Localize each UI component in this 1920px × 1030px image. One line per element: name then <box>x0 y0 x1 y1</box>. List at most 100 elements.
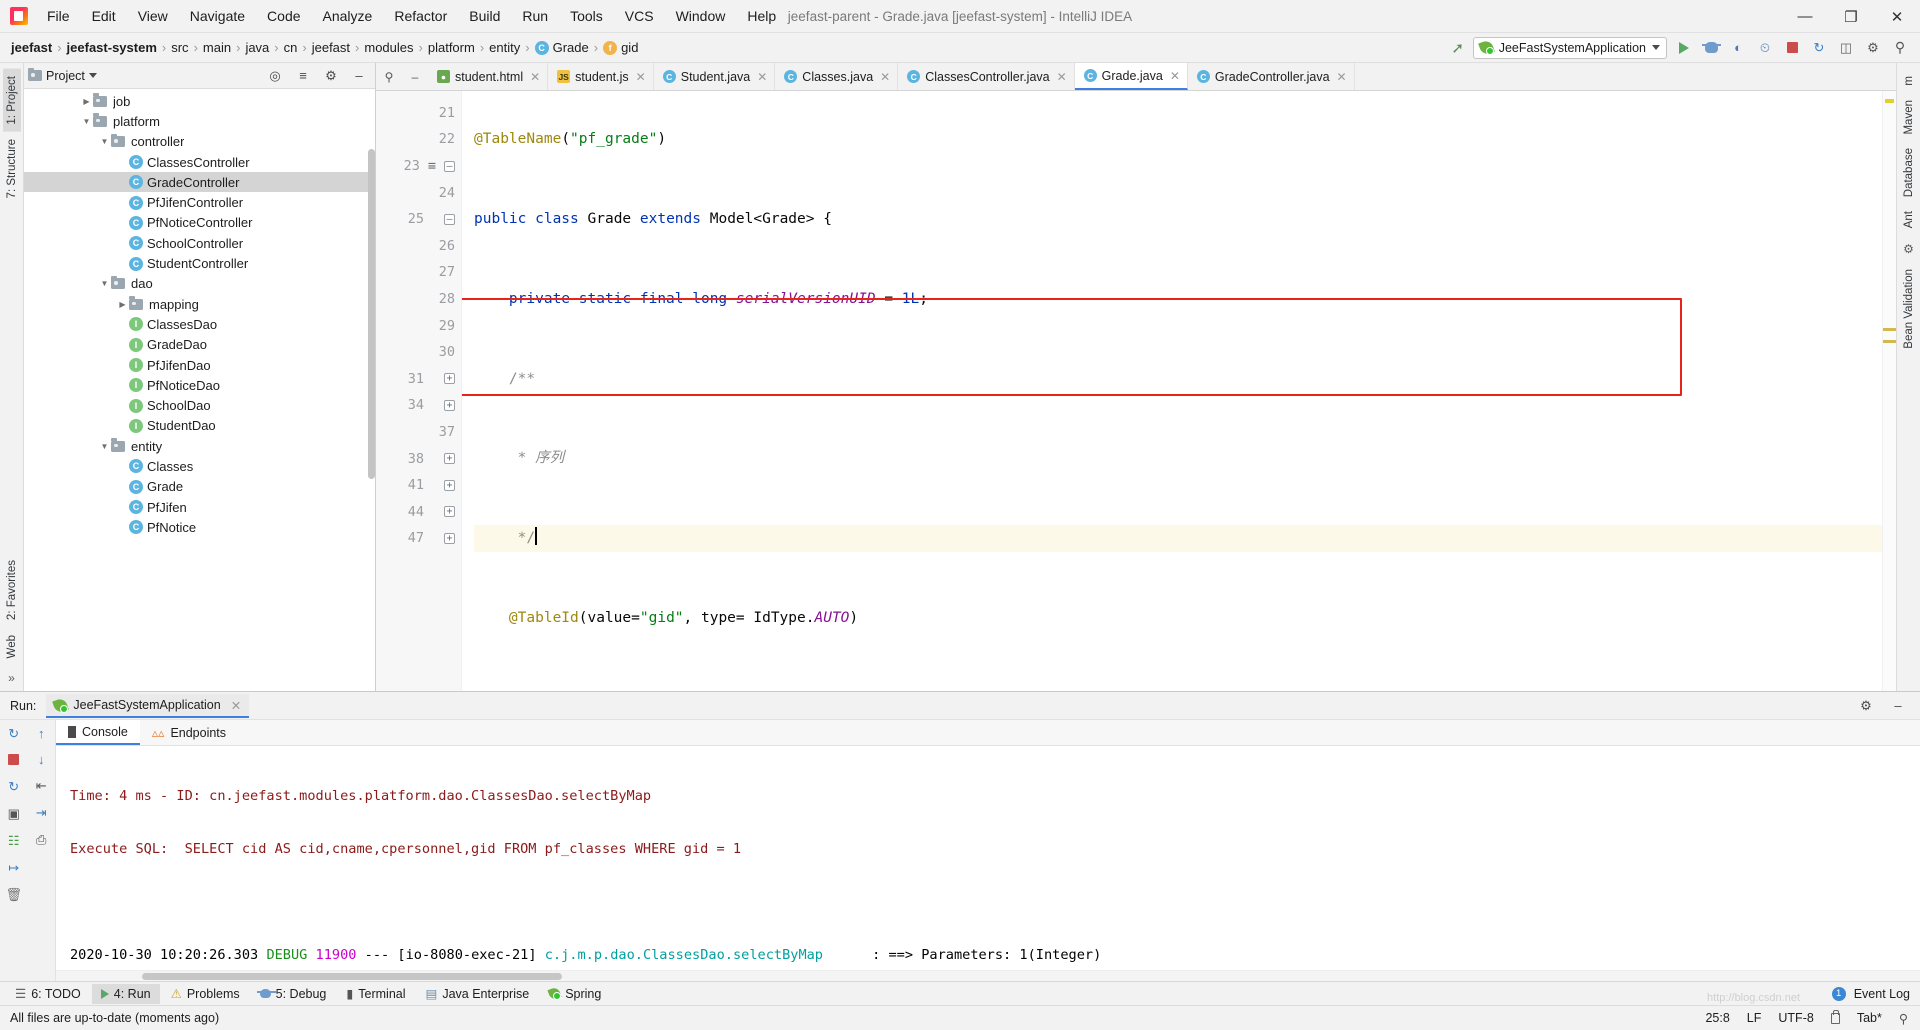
code-editor[interactable]: 20 21 22 23 ≡ – 24 25 – 26 27 28 <box>376 91 1896 691</box>
sidebar-item-m[interactable]: m <box>1900 69 1918 93</box>
collapse-all-icon[interactable]: ≡ <box>291 65 315 87</box>
minimize-button[interactable]: — <box>1782 0 1828 33</box>
menu-vcs[interactable]: VCS <box>614 4 665 28</box>
expand-strip-icon[interactable]: » <box>8 671 15 685</box>
tree-row[interactable]: C PfJifen <box>24 497 375 517</box>
camera-icon[interactable]: ▣ <box>8 806 20 822</box>
breadcrumb-item-src[interactable]: src <box>168 38 191 57</box>
tree-row[interactable]: I ClassesDao <box>24 314 375 334</box>
export-icon[interactable]: ↦ <box>8 860 19 876</box>
fold-icon[interactable]: – <box>444 160 455 172</box>
fold-icon[interactable]: + <box>444 479 455 491</box>
tree-row[interactable]: I PfNoticeDao <box>24 375 375 395</box>
vcs-branch-icon[interactable]: ⚲ <box>1899 1011 1908 1026</box>
tree-row[interactable]: ▼ platform <box>24 111 375 131</box>
layout-icon[interactable]: ◫ <box>1834 37 1858 59</box>
sidebar-item-database[interactable]: Database <box>1900 141 1918 204</box>
run-with-coverage-button[interactable]: ◐ <box>1726 37 1750 59</box>
close-tab-icon[interactable]: ✕ <box>757 70 767 84</box>
tab-console[interactable]: Console <box>56 720 140 745</box>
toolwindow-problems[interactable]: ⚠ Problems <box>162 983 249 1004</box>
tree-row[interactable]: I StudentDao <box>24 416 375 436</box>
tree-row[interactable]: C StudentController <box>24 253 375 273</box>
menu-window[interactable]: Window <box>665 4 737 28</box>
tree-row[interactable]: C PfJifenController <box>24 192 375 212</box>
breadcrumb-item-java[interactable]: java <box>242 38 272 57</box>
scroll-up-icon[interactable]: ↑ <box>38 726 45 741</box>
tree-row[interactable]: C Classes <box>24 456 375 476</box>
menu-run[interactable]: Run <box>511 4 559 28</box>
restart-icon[interactable]: ↻ <box>8 779 19 795</box>
tab-student-java[interactable]: C Student.java ✕ <box>654 63 776 90</box>
tree-row[interactable]: ▶ job <box>24 91 375 111</box>
chevron-down-icon[interactable]: ▼ <box>98 279 111 288</box>
tab-student-html[interactable]: ● student.html ✕ <box>428 63 549 90</box>
menu-code[interactable]: Code <box>256 4 311 28</box>
lock-icon[interactable] <box>1830 1009 1840 1024</box>
breadcrumb-item-jeefast[interactable]: jeefast <box>8 38 55 57</box>
tree-row[interactable]: ▼ dao <box>24 274 375 294</box>
tree-row[interactable]: I PfJifenDao <box>24 355 375 375</box>
chevron-down-icon[interactable]: ▼ <box>80 117 93 126</box>
code-content[interactable]: @TableName("pf_grade") public class Grad… <box>462 91 1882 691</box>
thread-dump-icon[interactable]: ☷ <box>8 833 20 849</box>
warning-marker[interactable] <box>1883 328 1896 331</box>
menu-build[interactable]: Build <box>458 4 511 28</box>
tab-student-js[interactable]: JS student.js ✕ <box>548 63 654 90</box>
tree-row[interactable]: I GradeDao <box>24 335 375 355</box>
close-tab-icon[interactable]: ✕ <box>1170 69 1180 83</box>
breadcrumb-item-modules[interactable]: modules <box>361 38 416 57</box>
print-icon[interactable]: ⎙ <box>36 832 46 848</box>
run-configuration-tab[interactable]: JeeFastSystemApplication ✕ <box>46 693 250 718</box>
gear-icon[interactable]: ⚙ <box>1854 695 1878 717</box>
tree-row[interactable]: I SchoolDao <box>24 395 375 415</box>
tree-row[interactable]: ▼ controller <box>24 132 375 152</box>
stop-button[interactable] <box>1780 37 1804 59</box>
menu-navigate[interactable]: Navigate <box>179 4 256 28</box>
warning-marker[interactable] <box>1883 340 1896 343</box>
update-project-icon[interactable]: ↻ <box>1807 37 1831 59</box>
event-log-label[interactable]: Event Log <box>1854 987 1910 1001</box>
toolwindow-debug[interactable]: 5: Debug <box>251 984 336 1004</box>
breadcrumb-item-jeefast-system[interactable]: jeefast-system <box>64 38 160 57</box>
soft-wrap-icon[interactable]: ⇤ <box>36 778 47 794</box>
gear-icon[interactable]: ⚙ <box>319 65 343 87</box>
stop-icon[interactable] <box>8 753 20 768</box>
tree-row[interactable]: ▼ entity <box>24 436 375 456</box>
sidebar-item-ant[interactable]: Ant <box>1900 204 1918 235</box>
menu-refactor[interactable]: Refactor <box>383 4 458 28</box>
fold-icon[interactable]: + <box>444 506 455 518</box>
breadcrumb-item-platform[interactable]: platform <box>425 38 478 57</box>
menu-edit[interactable]: Edit <box>81 4 127 28</box>
search-icon[interactable]: ⚲ <box>1888 37 1912 59</box>
chevron-right-icon[interactable]: ▶ <box>116 300 129 309</box>
run-configuration-selector[interactable]: JeeFastSystemApplication <box>1472 36 1667 59</box>
sidebar-item-bean-validation[interactable]: Bean Validation <box>1900 262 1918 356</box>
profile-button[interactable]: ⏲ <box>1753 37 1777 59</box>
sidebar-item-web[interactable]: Web <box>3 628 21 665</box>
tab-classescontroller-java[interactable]: C ClassesController.java ✕ <box>898 63 1075 90</box>
chevron-down-icon[interactable]: ▼ <box>98 442 111 451</box>
sidebar-item-maven[interactable]: Maven <box>1900 93 1918 142</box>
close-icon[interactable]: ✕ <box>231 698 241 713</box>
editor-gutter[interactable]: 20 21 22 23 ≡ – 24 25 – 26 27 28 <box>376 91 462 691</box>
project-tree-scrollbar[interactable] <box>368 149 375 479</box>
close-tab-icon[interactable]: ✕ <box>636 70 646 84</box>
project-scope-chevron-icon[interactable] <box>88 73 97 78</box>
tree-row[interactable]: ▶ mapping <box>24 294 375 314</box>
sidebar-item-structure[interactable]: 7: Structure <box>3 132 21 205</box>
project-tree[interactable]: ▶ job ▼ platform ▼ controller C Classes C… <box>24 89 375 691</box>
hide-panel-icon[interactable]: – <box>347 65 371 87</box>
breadcrumb-item-grade[interactable]: C Grade <box>532 38 592 57</box>
toolwindow-java-enterprise[interactable]: ▤ Java Enterprise <box>417 983 539 1004</box>
tree-row[interactable]: C PfNoticeController <box>24 213 375 233</box>
toolwindow-run[interactable]: 4: Run <box>91 983 160 1004</box>
file-encoding[interactable]: UTF-8 <box>1778 1011 1813 1025</box>
fold-icon[interactable]: + <box>444 373 455 385</box>
menu-analyze[interactable]: Analyze <box>312 4 384 28</box>
pin-tab-icon[interactable]: ⚲ <box>376 63 402 90</box>
console-horizontal-scrollbar[interactable] <box>56 970 1920 981</box>
console-output[interactable]: Time: 4 ms - ID: cn.jeefast.modules.plat… <box>56 746 1920 970</box>
line-separator[interactable]: LF <box>1747 1011 1762 1025</box>
sidebar-item-favorites[interactable]: 2: Favorites <box>3 553 21 627</box>
